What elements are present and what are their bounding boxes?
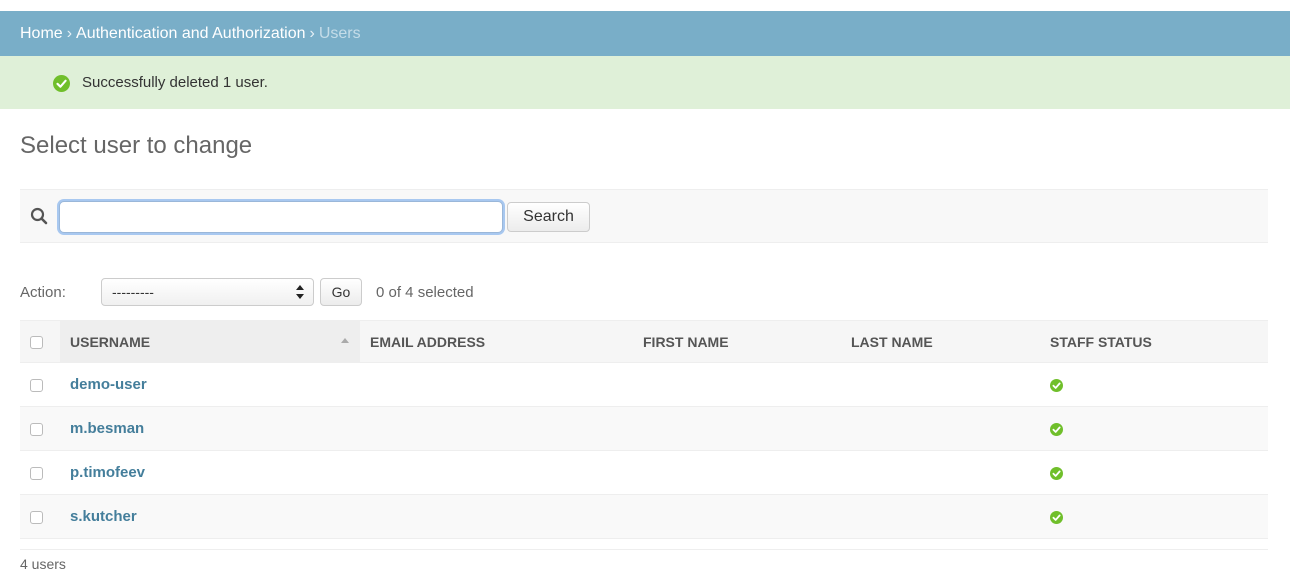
last-name-cell (841, 494, 1040, 539)
table-row: p.timofeev (20, 450, 1268, 495)
select-all-header (20, 320, 60, 363)
admin-page: Home › Authentication and Authorization › Us… (0, 0, 1290, 581)
select-all-checkbox[interactable] (30, 336, 43, 350)
column-last-name[interactable]: LAST NAME (841, 320, 1040, 363)
check-circle-icon (53, 75, 70, 92)
column-first-name-label: FIRST NAME (643, 333, 729, 350)
email-cell (360, 450, 633, 495)
username-link[interactable]: m.besman (70, 420, 144, 437)
go-button[interactable]: Go (320, 278, 362, 306)
results-table: USERNAME EMAIL ADDRESS FIRST NAME LAST N… (20, 320, 1268, 539)
column-username-label: USERNAME (70, 333, 151, 350)
column-staff-status-label: STAFF STATUS (1050, 333, 1152, 350)
breadcrumb-separator: › (66, 25, 73, 42)
first-name-cell (633, 406, 841, 451)
row-checkbox[interactable] (30, 467, 43, 481)
first-name-cell (633, 494, 841, 539)
action-select[interactable]: --------- (101, 278, 314, 306)
row-checkbox[interactable] (30, 423, 43, 437)
search-icon (30, 207, 48, 225)
breadcrumb-home-link[interactable]: Home (20, 25, 63, 42)
check-circle-icon (1050, 511, 1063, 525)
column-first-name[interactable]: FIRST NAME (633, 320, 841, 363)
last-name-cell (841, 362, 1040, 407)
row-select-cell (20, 450, 60, 495)
username-cell: p.timofeev (60, 450, 360, 495)
sort-ascending-icon[interactable] (340, 335, 350, 345)
column-last-name-label: LAST NAME (851, 333, 933, 350)
column-email[interactable]: EMAIL ADDRESS (360, 320, 633, 363)
staff-status-cell (1040, 406, 1268, 451)
row-checkbox[interactable] (30, 511, 43, 525)
selection-counter: 0 of 4 selected (376, 284, 474, 301)
search-button[interactable]: Search (507, 202, 590, 232)
first-name-cell (633, 362, 841, 407)
select-arrows-icon (296, 285, 304, 299)
check-circle-icon (1050, 379, 1063, 393)
staff-status-cell (1040, 494, 1268, 539)
username-cell: demo-user (60, 362, 360, 407)
email-cell (360, 494, 633, 539)
staff-status-cell (1040, 362, 1268, 407)
search-input[interactable] (59, 201, 503, 233)
page-title: Select user to change (20, 132, 253, 159)
success-message-text: Successfully deleted 1 user. (82, 74, 268, 91)
check-circle-icon (1050, 467, 1063, 481)
column-username[interactable]: USERNAME (60, 320, 360, 363)
row-select-cell (20, 494, 60, 539)
column-email-label: EMAIL ADDRESS (370, 333, 486, 350)
paginator: 4 users (20, 549, 1268, 572)
breadcrumb-current: Users (318, 25, 361, 42)
breadcrumb-auth-link[interactable]: Authentication and Authorization (76, 25, 306, 42)
success-message: Successfully deleted 1 user. (0, 56, 1290, 109)
last-name-cell (841, 450, 1040, 495)
check-circle-icon (1050, 423, 1063, 437)
username-cell: s.kutcher (60, 494, 360, 539)
action-label: Action: (20, 284, 66, 301)
row-select-cell (20, 362, 60, 407)
breadcrumb-separator: › (309, 25, 315, 42)
column-staff-status[interactable]: STAFF STATUS (1040, 320, 1268, 363)
search-toolbar: Search (20, 189, 1268, 243)
table-header-row: USERNAME EMAIL ADDRESS FIRST NAME LAST N… (20, 320, 1268, 363)
username-link[interactable]: p.timofeev (70, 464, 145, 481)
breadcrumb: Home › Authentication and Authorization › Us… (0, 11, 1290, 56)
username-cell: m.besman (60, 406, 360, 451)
username-link[interactable]: s.kutcher (70, 508, 137, 525)
actions-bar: Action: --------- Go 0 of 4 selected (20, 275, 1268, 311)
table-row: m.besman (20, 406, 1268, 451)
row-checkbox[interactable] (30, 379, 43, 393)
first-name-cell (633, 450, 841, 495)
action-select-value: --------- (112, 284, 154, 300)
staff-status-cell (1040, 450, 1268, 495)
row-select-cell (20, 406, 60, 451)
table-row: demo-user (20, 362, 1268, 407)
table-row: s.kutcher (20, 494, 1268, 539)
username-link[interactable]: demo-user (70, 376, 147, 393)
email-cell (360, 362, 633, 407)
last-name-cell (841, 406, 1040, 451)
email-cell (360, 406, 633, 451)
